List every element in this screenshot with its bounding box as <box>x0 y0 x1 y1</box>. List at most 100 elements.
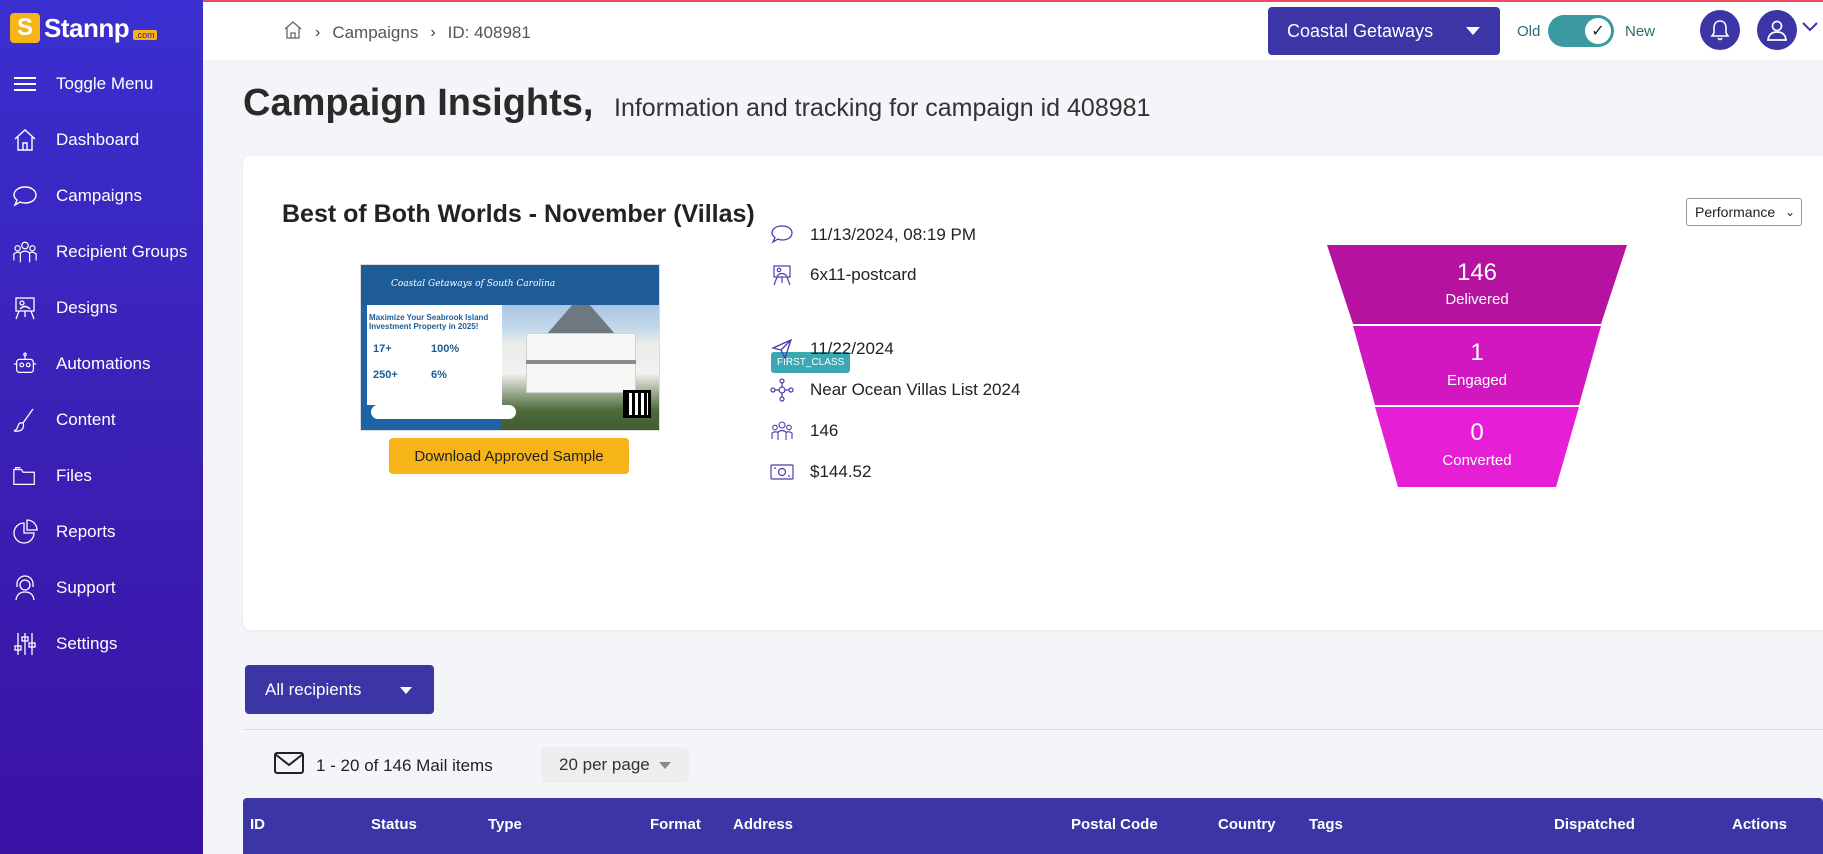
mail-items-count: 1 - 20 of 146 Mail items <box>274 752 493 779</box>
easel-icon <box>12 295 38 321</box>
sidebar-item-automations[interactable]: Automations <box>0 336 203 392</box>
sidebar-item-label: Settings <box>56 634 118 653</box>
column-header-type[interactable]: Type <box>488 816 522 833</box>
column-header-actions: Actions <box>1732 816 1788 833</box>
recipients-filter-value: All recipients <box>265 679 362 699</box>
sidebar-item-reports[interactable]: Reports <box>0 504 203 560</box>
detail-size-value: 6x11-postcard <box>810 265 917 284</box>
sidebar-item-files[interactable]: Files <box>0 448 203 504</box>
detail-group-value: Near Ocean Villas List 2024 <box>810 380 1021 399</box>
easel-icon <box>770 263 794 287</box>
postcard-heading: Maximize Your Seabrook Island Investment… <box>369 313 489 331</box>
column-header-postal-code[interactable]: Postal Code <box>1071 816 1158 833</box>
group-icon <box>770 419 794 443</box>
section-divider <box>243 729 1823 730</box>
postcard-preview[interactable]: Coastal Getaways of South Carolina Maxim… <box>360 264 660 431</box>
funnel-value: 146 <box>1457 259 1497 286</box>
detail-cost: $144.52 <box>770 460 871 484</box>
headset-icon <box>12 575 38 601</box>
brush-icon <box>12 407 38 433</box>
chevron-down-icon: ⌄ <box>1784 205 1795 219</box>
home-icon <box>12 127 38 153</box>
old-new-toggle[interactable]: ✓ <box>1548 15 1614 47</box>
postcard-stat: 250+ <box>373 369 398 381</box>
chevron-right-icon: › <box>315 23 321 41</box>
funnel-label: Engaged <box>1447 372 1507 389</box>
column-header-id[interactable]: ID <box>250 816 265 833</box>
detail-recipients: 146 <box>770 419 838 443</box>
home-icon[interactable] <box>283 20 303 45</box>
caret-down-icon <box>400 687 412 694</box>
sidebar-item-label: Content <box>56 410 116 429</box>
notifications-button[interactable] <box>1700 10 1740 50</box>
sidebar-item-support[interactable]: Support <box>0 560 203 616</box>
breadcrumb-campaigns[interactable]: Campaigns <box>332 23 418 43</box>
detail-dispatch-date: 11/22/2024 <box>770 337 894 361</box>
folder-icon <box>12 463 38 489</box>
per-page-select[interactable]: 20 per page <box>541 747 689 783</box>
column-header-format[interactable]: Format <box>650 816 701 833</box>
sidebar-item-campaigns[interactable]: Campaigns <box>0 168 203 224</box>
sidebar-item-recipient-groups[interactable]: Recipient Groups <box>0 224 203 280</box>
banknote-icon <box>770 460 794 484</box>
sidebar-item-dashboard[interactable]: Dashboard <box>0 112 203 168</box>
sidebar-item-label: Support <box>56 578 116 597</box>
user-menu-button[interactable] <box>1757 10 1797 50</box>
mail-items-table-header: ID Status Type Format Address Postal Cod… <box>243 798 1823 854</box>
recipients-filter-select[interactable]: All recipients <box>245 665 434 714</box>
sidebar-item-label: Designs <box>56 298 118 317</box>
toggle-old-label: Old <box>1517 23 1541 40</box>
campaign-name: Best of Both Worlds - November (Villas) <box>282 200 755 228</box>
envelope-icon <box>274 752 304 779</box>
funnel-value: 1 <box>1470 339 1483 366</box>
funnel-label: Delivered <box>1445 291 1508 308</box>
column-header-country[interactable]: Country <box>1218 816 1276 833</box>
column-header-status[interactable]: Status <box>371 816 417 833</box>
detail-created: 11/13/2024, 08:19 PM <box>770 223 976 247</box>
breadcrumb-current: ID: 408981 <box>447 22 531 42</box>
funnel-value: 0 <box>1470 419 1483 446</box>
chat-bubble-icon <box>12 183 38 209</box>
sidebar-item-label: Recipient Groups <box>56 242 188 261</box>
organization-select[interactable]: Coastal Getaways <box>1268 7 1500 55</box>
network-icon <box>770 378 794 402</box>
caret-down-icon <box>659 762 671 769</box>
sidebar-item-label: Toggle Menu <box>56 74 154 93</box>
robot-icon <box>12 351 38 377</box>
sliders-icon <box>12 631 38 657</box>
paper-plane-icon <box>770 337 794 361</box>
detail-dispatch-date-value: 11/22/2024 <box>810 339 894 358</box>
postcard-brand: Coastal Getaways of South Carolina <box>391 279 556 289</box>
qr-code-icon <box>623 390 651 418</box>
caret-down-icon <box>1466 27 1480 35</box>
sidebar-item-label: Dashboard <box>56 130 140 149</box>
bell-icon <box>1710 20 1730 41</box>
sidebar-item-content[interactable]: Content <box>0 392 203 448</box>
download-sample-button[interactable]: Download Approved Sample <box>389 438 629 474</box>
breadcrumb: › Campaigns › ID: 408981 <box>283 20 531 45</box>
campaign-card: Best of Both Worlds - November (Villas) … <box>243 156 1823 630</box>
sidebar-item-label: Reports <box>56 522 116 541</box>
view-select[interactable]: Performance ⌄ <box>1686 198 1802 226</box>
sidebar-item-designs[interactable]: Designs <box>0 280 203 336</box>
chevron-down-icon[interactable] <box>1801 20 1819 38</box>
detail-size: 6x11-postcard <box>770 263 916 287</box>
column-header-tags[interactable]: Tags <box>1309 816 1343 833</box>
sidebar-item-toggle-menu[interactable]: Toggle Menu <box>0 56 203 112</box>
column-header-dispatched[interactable]: Dispatched <box>1554 816 1635 833</box>
page-subtitle: Information and tracking for campaign id… <box>614 94 1151 122</box>
sidebar: S Stannp .com Toggle Menu Dashboard Camp… <box>0 0 203 854</box>
top-header: › Campaigns › ID: 408981 Coastal Getaway… <box>203 2 1823 60</box>
page-title: Campaign Insights, <box>243 82 594 124</box>
sidebar-item-label: Files <box>56 466 92 485</box>
sidebar-item-label: Campaigns <box>56 186 142 205</box>
column-header-address[interactable]: Address <box>733 816 793 833</box>
toggle-new-label: New <box>1625 23 1656 40</box>
logo-suffix: .com <box>133 30 157 40</box>
logo[interactable]: S Stannp .com <box>0 0 203 56</box>
postcard-stat: 17+ <box>373 343 392 355</box>
chat-bubble-icon <box>770 223 794 247</box>
pie-chart-icon <box>12 519 38 545</box>
logo-badge: S <box>10 13 40 43</box>
sidebar-item-settings[interactable]: Settings <box>0 616 203 672</box>
